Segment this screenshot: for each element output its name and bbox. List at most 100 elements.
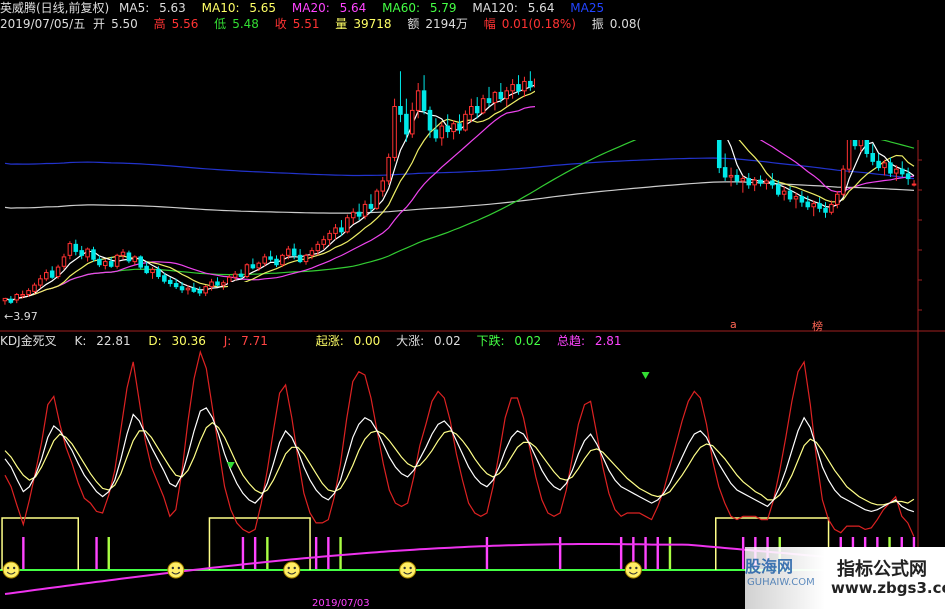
candle xyxy=(463,110,468,132)
ma10-label: MA10: 5.65 xyxy=(201,1,277,15)
candle xyxy=(103,259,108,270)
candle xyxy=(492,90,498,111)
dazhang: 大涨: 0.02 xyxy=(396,334,461,348)
candle-body xyxy=(811,203,816,208)
candle xyxy=(268,250,273,262)
quote-volume: 量 39718 xyxy=(335,17,392,31)
candle xyxy=(138,255,143,270)
candle-body xyxy=(433,129,439,139)
candle xyxy=(421,75,427,115)
smiley-icon xyxy=(399,561,417,579)
candle xyxy=(433,118,439,142)
smiley-eye xyxy=(287,566,290,570)
candle-body xyxy=(173,283,179,288)
candle-body xyxy=(469,106,474,115)
candle-body xyxy=(722,167,728,178)
candle-body xyxy=(504,90,509,100)
candle xyxy=(876,153,881,171)
signal-bar-magenta xyxy=(22,537,25,570)
signal-bar-magenta xyxy=(485,537,489,570)
smiley-face xyxy=(167,561,185,579)
candle-body xyxy=(864,137,870,154)
candle-body xyxy=(209,281,214,288)
candle-body xyxy=(787,190,793,200)
candle-body xyxy=(835,193,840,205)
candle xyxy=(799,191,805,207)
smiley-eye xyxy=(635,566,638,570)
candle-body xyxy=(498,91,504,100)
candle xyxy=(781,186,787,201)
candle-body xyxy=(764,180,769,184)
ma250-line xyxy=(4,157,915,180)
candle xyxy=(870,144,875,166)
candle-body xyxy=(805,201,811,208)
quote-close: 收 5.51 xyxy=(274,17,320,31)
smiley-face xyxy=(399,561,417,579)
candle-body xyxy=(829,203,834,213)
candle-body xyxy=(26,290,31,296)
smiley-eye xyxy=(403,566,406,570)
occluded-region xyxy=(228,282,718,328)
candle-body xyxy=(215,281,220,286)
price-chart[interactable] xyxy=(0,0,945,332)
candle xyxy=(215,277,220,287)
candle-body xyxy=(758,179,763,184)
smiley-icon xyxy=(283,561,301,579)
candle-body xyxy=(268,256,273,260)
candle xyxy=(770,173,775,189)
candle-body xyxy=(244,264,250,277)
candle-body xyxy=(356,211,362,217)
candle-body xyxy=(415,90,421,111)
smiley-eye xyxy=(293,566,296,570)
price-mark-a: a xyxy=(730,318,737,331)
sell-signal-marker xyxy=(226,462,235,469)
quote-amount: 额 2194万 xyxy=(407,17,468,31)
candle-body xyxy=(734,174,740,182)
candle-body xyxy=(297,254,303,263)
candle-body xyxy=(894,168,899,174)
candle-body xyxy=(179,286,185,291)
candle xyxy=(805,195,811,210)
candle-body xyxy=(905,173,911,180)
watermark-left: 股海网 xyxy=(745,557,794,576)
candle xyxy=(38,274,43,289)
candle xyxy=(297,249,303,264)
candle-body xyxy=(203,286,208,294)
candle xyxy=(398,71,403,123)
candle xyxy=(758,175,763,187)
kdj-d: D: 30.36 xyxy=(148,334,206,348)
smiley-face xyxy=(283,561,301,579)
candle-body xyxy=(132,256,138,263)
candle xyxy=(8,296,14,304)
candle xyxy=(504,86,509,107)
candle-body xyxy=(522,80,527,92)
candle xyxy=(321,235,326,250)
candle-body xyxy=(888,162,893,174)
candle xyxy=(362,200,368,220)
candle-body xyxy=(8,298,14,303)
candle-body xyxy=(38,278,43,286)
candle-body xyxy=(191,287,197,292)
signal-bar-magenta xyxy=(314,537,318,570)
candle xyxy=(191,282,197,293)
candle-body xyxy=(427,109,433,131)
candle-body xyxy=(510,84,515,92)
ma-header: 英威腾(日线,前复权) MA5: 5.63 MA10: 5.65 MA20: 5… xyxy=(0,0,610,16)
smiley-eye xyxy=(6,566,10,570)
quote-low: 低 5.48 xyxy=(214,17,259,31)
candle-body xyxy=(227,276,232,284)
candle-body xyxy=(793,196,799,200)
smiley-icon xyxy=(167,561,185,579)
candle xyxy=(2,297,8,305)
candle-body xyxy=(85,248,90,258)
candle xyxy=(905,167,911,185)
signal-bar-green xyxy=(339,537,342,570)
quote-high: 高 5.56 xyxy=(153,17,199,31)
candle xyxy=(386,153,391,185)
quote-amplitude: 振 0.08( xyxy=(591,17,642,31)
qizhang: 起涨: 0.00 xyxy=(315,334,381,348)
candle xyxy=(97,255,102,268)
smiley-eye xyxy=(177,566,181,570)
candle xyxy=(126,250,132,264)
candle-body xyxy=(256,262,262,269)
